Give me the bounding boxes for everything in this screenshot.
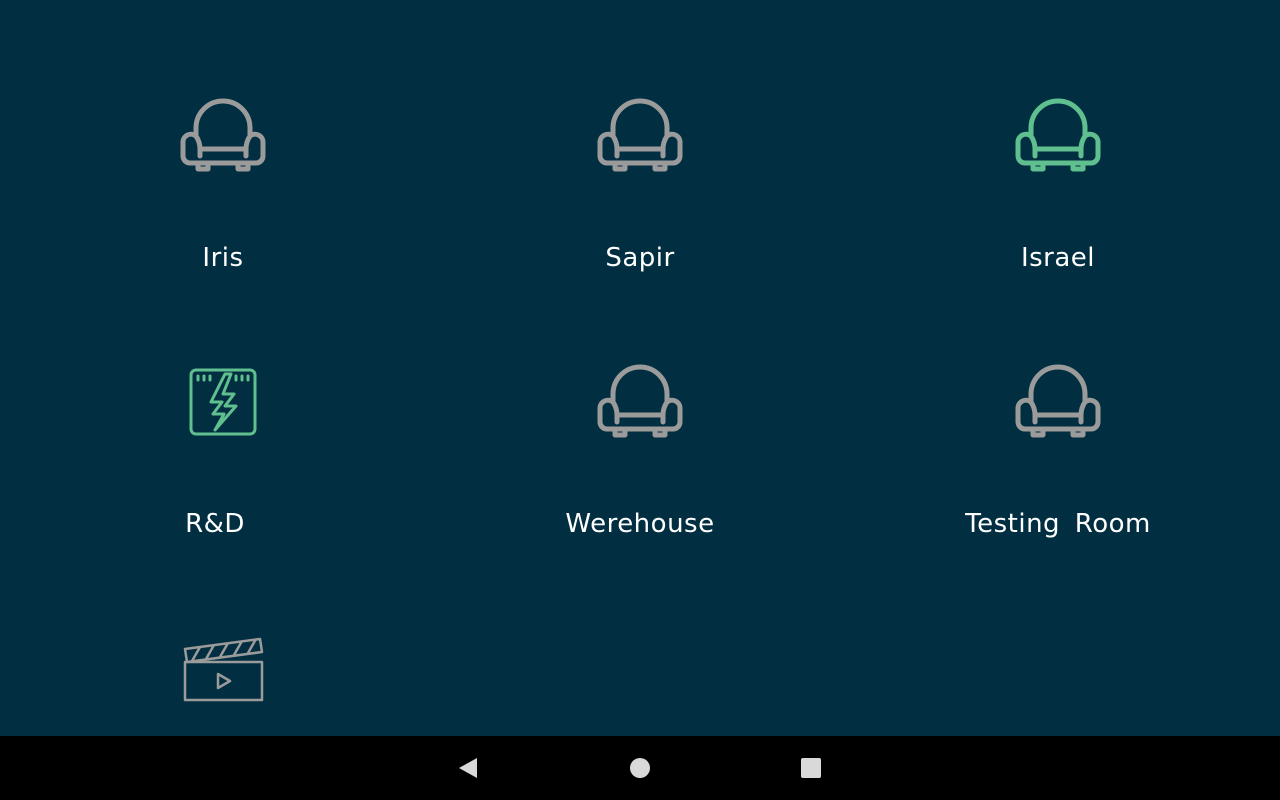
room-label: Werehouse	[565, 509, 715, 539]
room-tile-sapir[interactable]: Sapir	[430, 0, 850, 273]
back-triangle-icon	[457, 756, 479, 780]
back-button[interactable]	[448, 748, 488, 788]
armchair-icon	[595, 96, 685, 176]
room-tile-werehouse[interactable]: Werehouse	[430, 266, 850, 539]
recents-button[interactable]	[791, 748, 831, 788]
app-screen: Iris Sapir Israel R&D Werehouse Testing …	[0, 0, 1280, 736]
home-button[interactable]	[620, 748, 660, 788]
android-navigation-bar	[0, 736, 1280, 800]
armchair-icon	[178, 96, 268, 176]
home-circle-icon	[629, 757, 651, 779]
room-label: Testing Room	[965, 509, 1151, 539]
room-tile-rnd[interactable]: R&D	[13, 266, 433, 539]
armchair-icon	[1013, 96, 1103, 176]
room-tile-israel[interactable]: Israel	[848, 0, 1268, 273]
clapperboard-icon	[178, 628, 268, 708]
room-tile-iris[interactable]: Iris	[13, 0, 433, 273]
armchair-icon	[1013, 362, 1103, 442]
room-tile-testing-room[interactable]: Testing Room	[848, 266, 1268, 539]
room-tile-media[interactable]	[13, 532, 433, 736]
recents-square-icon	[800, 757, 822, 779]
armchair-icon	[595, 362, 685, 442]
room-grid: Iris Sapir Israel R&D Werehouse Testing …	[0, 0, 1280, 736]
power-panel-icon	[178, 362, 268, 442]
